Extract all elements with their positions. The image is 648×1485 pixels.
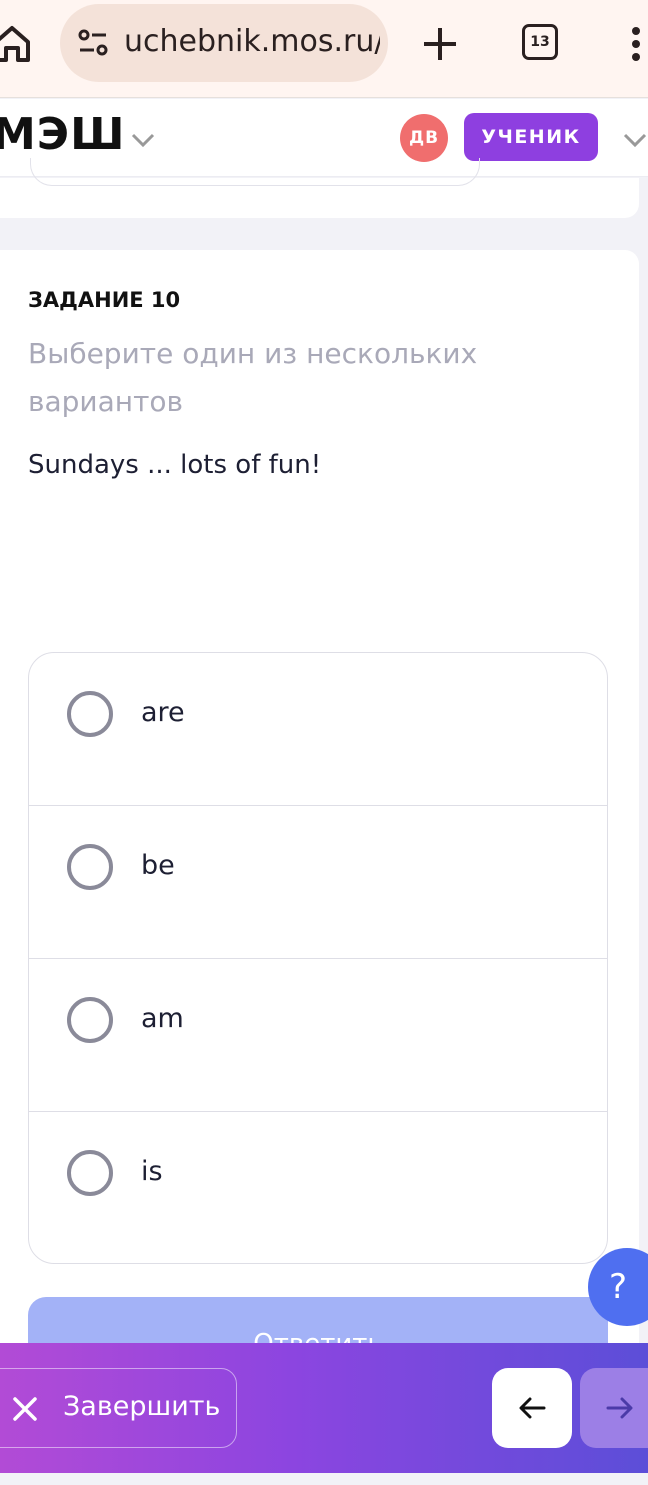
task-question: Sundays ... lots of fun! <box>28 450 322 480</box>
previous-task-field <box>30 158 480 186</box>
option-label: am <box>141 1003 184 1034</box>
radio-button[interactable] <box>67 691 113 737</box>
next-task-button[interactable] <box>580 1368 648 1448</box>
task-card: ЗАДАНИЕ 10 Выберите один из нескольких в… <box>0 250 639 1370</box>
finish-button[interactable]: Завершить <box>0 1368 237 1448</box>
address-bar[interactable]: uchebnik.mos.ru/ <box>60 4 388 82</box>
radio-button[interactable] <box>67 997 113 1043</box>
chevron-down-icon[interactable] <box>620 125 648 155</box>
arrow-right-icon <box>606 1397 633 1419</box>
answer-option[interactable]: am <box>29 959 607 1112</box>
url-text[interactable]: uchebnik.mos.ru/ <box>124 24 380 59</box>
avatar[interactable]: ДВ <box>400 114 448 162</box>
home-icon[interactable] <box>0 22 34 66</box>
arrow-left-icon <box>519 1397 546 1419</box>
answer-options: are be am is <box>28 652 608 1264</box>
browser-toolbar: uchebnik.mos.ru/ 13 <box>0 0 648 98</box>
answer-option[interactable]: are <box>29 653 607 806</box>
finish-label: Завершить <box>63 1391 221 1422</box>
close-icon <box>13 1397 37 1421</box>
previous-task-card <box>0 158 639 218</box>
task-number: ЗАДАНИЕ 10 <box>28 288 181 312</box>
option-label: are <box>141 697 185 728</box>
page: uchebnik.mos.ru/ 13 МЭШ ДВ УЧЕНИК ЗАДАНИ… <box>0 0 648 1485</box>
tabs-icon[interactable]: 13 <box>522 24 558 60</box>
option-label: is <box>141 1156 163 1187</box>
option-label: be <box>141 850 175 881</box>
plus-icon[interactable] <box>416 20 464 68</box>
chevron-down-icon[interactable] <box>128 125 158 155</box>
bottom-action-bar: Завершить <box>0 1343 648 1473</box>
more-vert-icon[interactable] <box>624 22 648 66</box>
role-badge[interactable]: УЧЕНИК <box>464 113 598 161</box>
radio-button[interactable] <box>67 1150 113 1196</box>
answer-option[interactable]: is <box>29 1112 607 1263</box>
answer-option[interactable]: be <box>29 806 607 959</box>
previous-task-button[interactable] <box>492 1368 572 1448</box>
task-instruction: Выберите один из нескольких вариантов <box>28 337 478 418</box>
site-logo[interactable]: МЭШ <box>0 109 125 160</box>
radio-button[interactable] <box>67 844 113 890</box>
tune-icon[interactable] <box>76 26 110 60</box>
system-nav-strip <box>0 1473 648 1485</box>
